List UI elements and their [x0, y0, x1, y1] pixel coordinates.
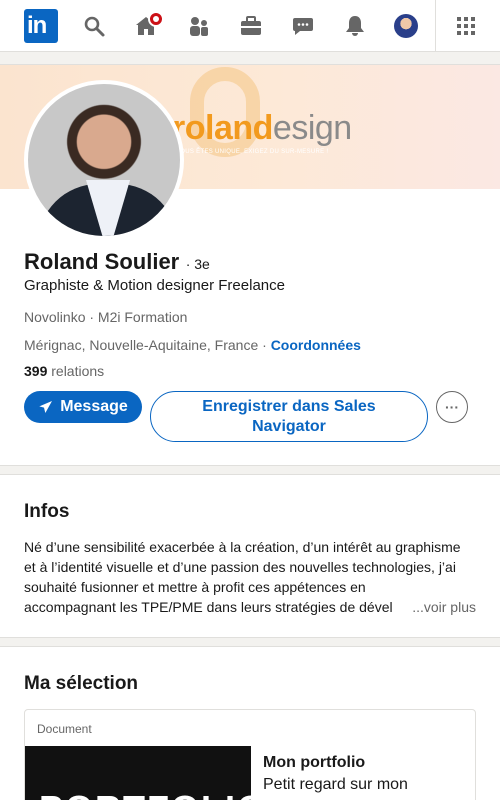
featured-section: Ma sélection Document PORTFOLIO Mon port… — [0, 646, 500, 800]
more-actions-button[interactable]: ··· — [436, 391, 468, 423]
profile-name: Roland Soulier — [24, 249, 180, 274]
contact-info-link[interactable]: Coordonnées — [271, 337, 361, 353]
message-button[interactable]: Message — [24, 391, 142, 423]
top-navigation: in — [0, 0, 500, 52]
profile-card: rolandesign VOUS ÊTES UNIQUE, EXIGEZ DU … — [0, 64, 500, 466]
featured-title: Ma sélection — [24, 673, 139, 694]
about-section: Infos Né d’une sensibilité exacerbée à l… — [0, 474, 500, 638]
network-icon[interactable] — [187, 14, 211, 38]
profile-headline: Graphiste & Motion designer Freelance — [24, 277, 285, 294]
connection-degree: · 3e — [185, 256, 210, 272]
document-info: Mon portfolio Petit regard sur mon — [263, 754, 408, 794]
profile-photo[interactable] — [24, 80, 184, 240]
me-avatar[interactable] — [394, 14, 418, 38]
linkedin-logo[interactable]: in — [24, 9, 58, 43]
about-title: Infos — [24, 501, 70, 522]
send-icon — [39, 401, 53, 413]
banner-tagline: VOUS ÊTES UNIQUE, EXIGEZ DU SUR-MESURE ! — [176, 149, 329, 155]
jobs-icon[interactable] — [239, 14, 263, 38]
search-icon[interactable] — [82, 14, 106, 38]
apps-grid-icon[interactable] — [454, 14, 478, 38]
profile-location: Mérignac, Nouvelle-Aquitaine, France · C… — [24, 337, 361, 353]
document-thumbnail[interactable]: PORTFOLIO — [25, 746, 251, 800]
featured-document[interactable]: Document PORTFOLIO Mon portfolio Petit r… — [24, 709, 476, 800]
notification-badge — [148, 11, 164, 27]
document-description: Petit regard sur mon — [263, 776, 408, 793]
see-more-link[interactable]: ...voir plus — [408, 597, 476, 617]
document-label: Document — [37, 722, 92, 736]
banner-brand-logo: rolandesign — [172, 109, 352, 147]
connections-count[interactable]: 399 relations — [24, 363, 104, 379]
document-title[interactable]: Mon portfolio — [263, 754, 408, 772]
notifications-icon[interactable] — [343, 14, 367, 38]
profile-companies: Novolinko · M2i Formation — [24, 309, 188, 325]
messaging-icon[interactable] — [291, 14, 315, 38]
save-to-sales-navigator-button[interactable]: Enregistrer dans Sales Navigator — [150, 391, 428, 442]
thumbnail-text: PORTFOLIO — [39, 788, 251, 800]
nav-divider — [435, 0, 436, 52]
name-line: Roland Soulier · 3e — [24, 249, 210, 275]
